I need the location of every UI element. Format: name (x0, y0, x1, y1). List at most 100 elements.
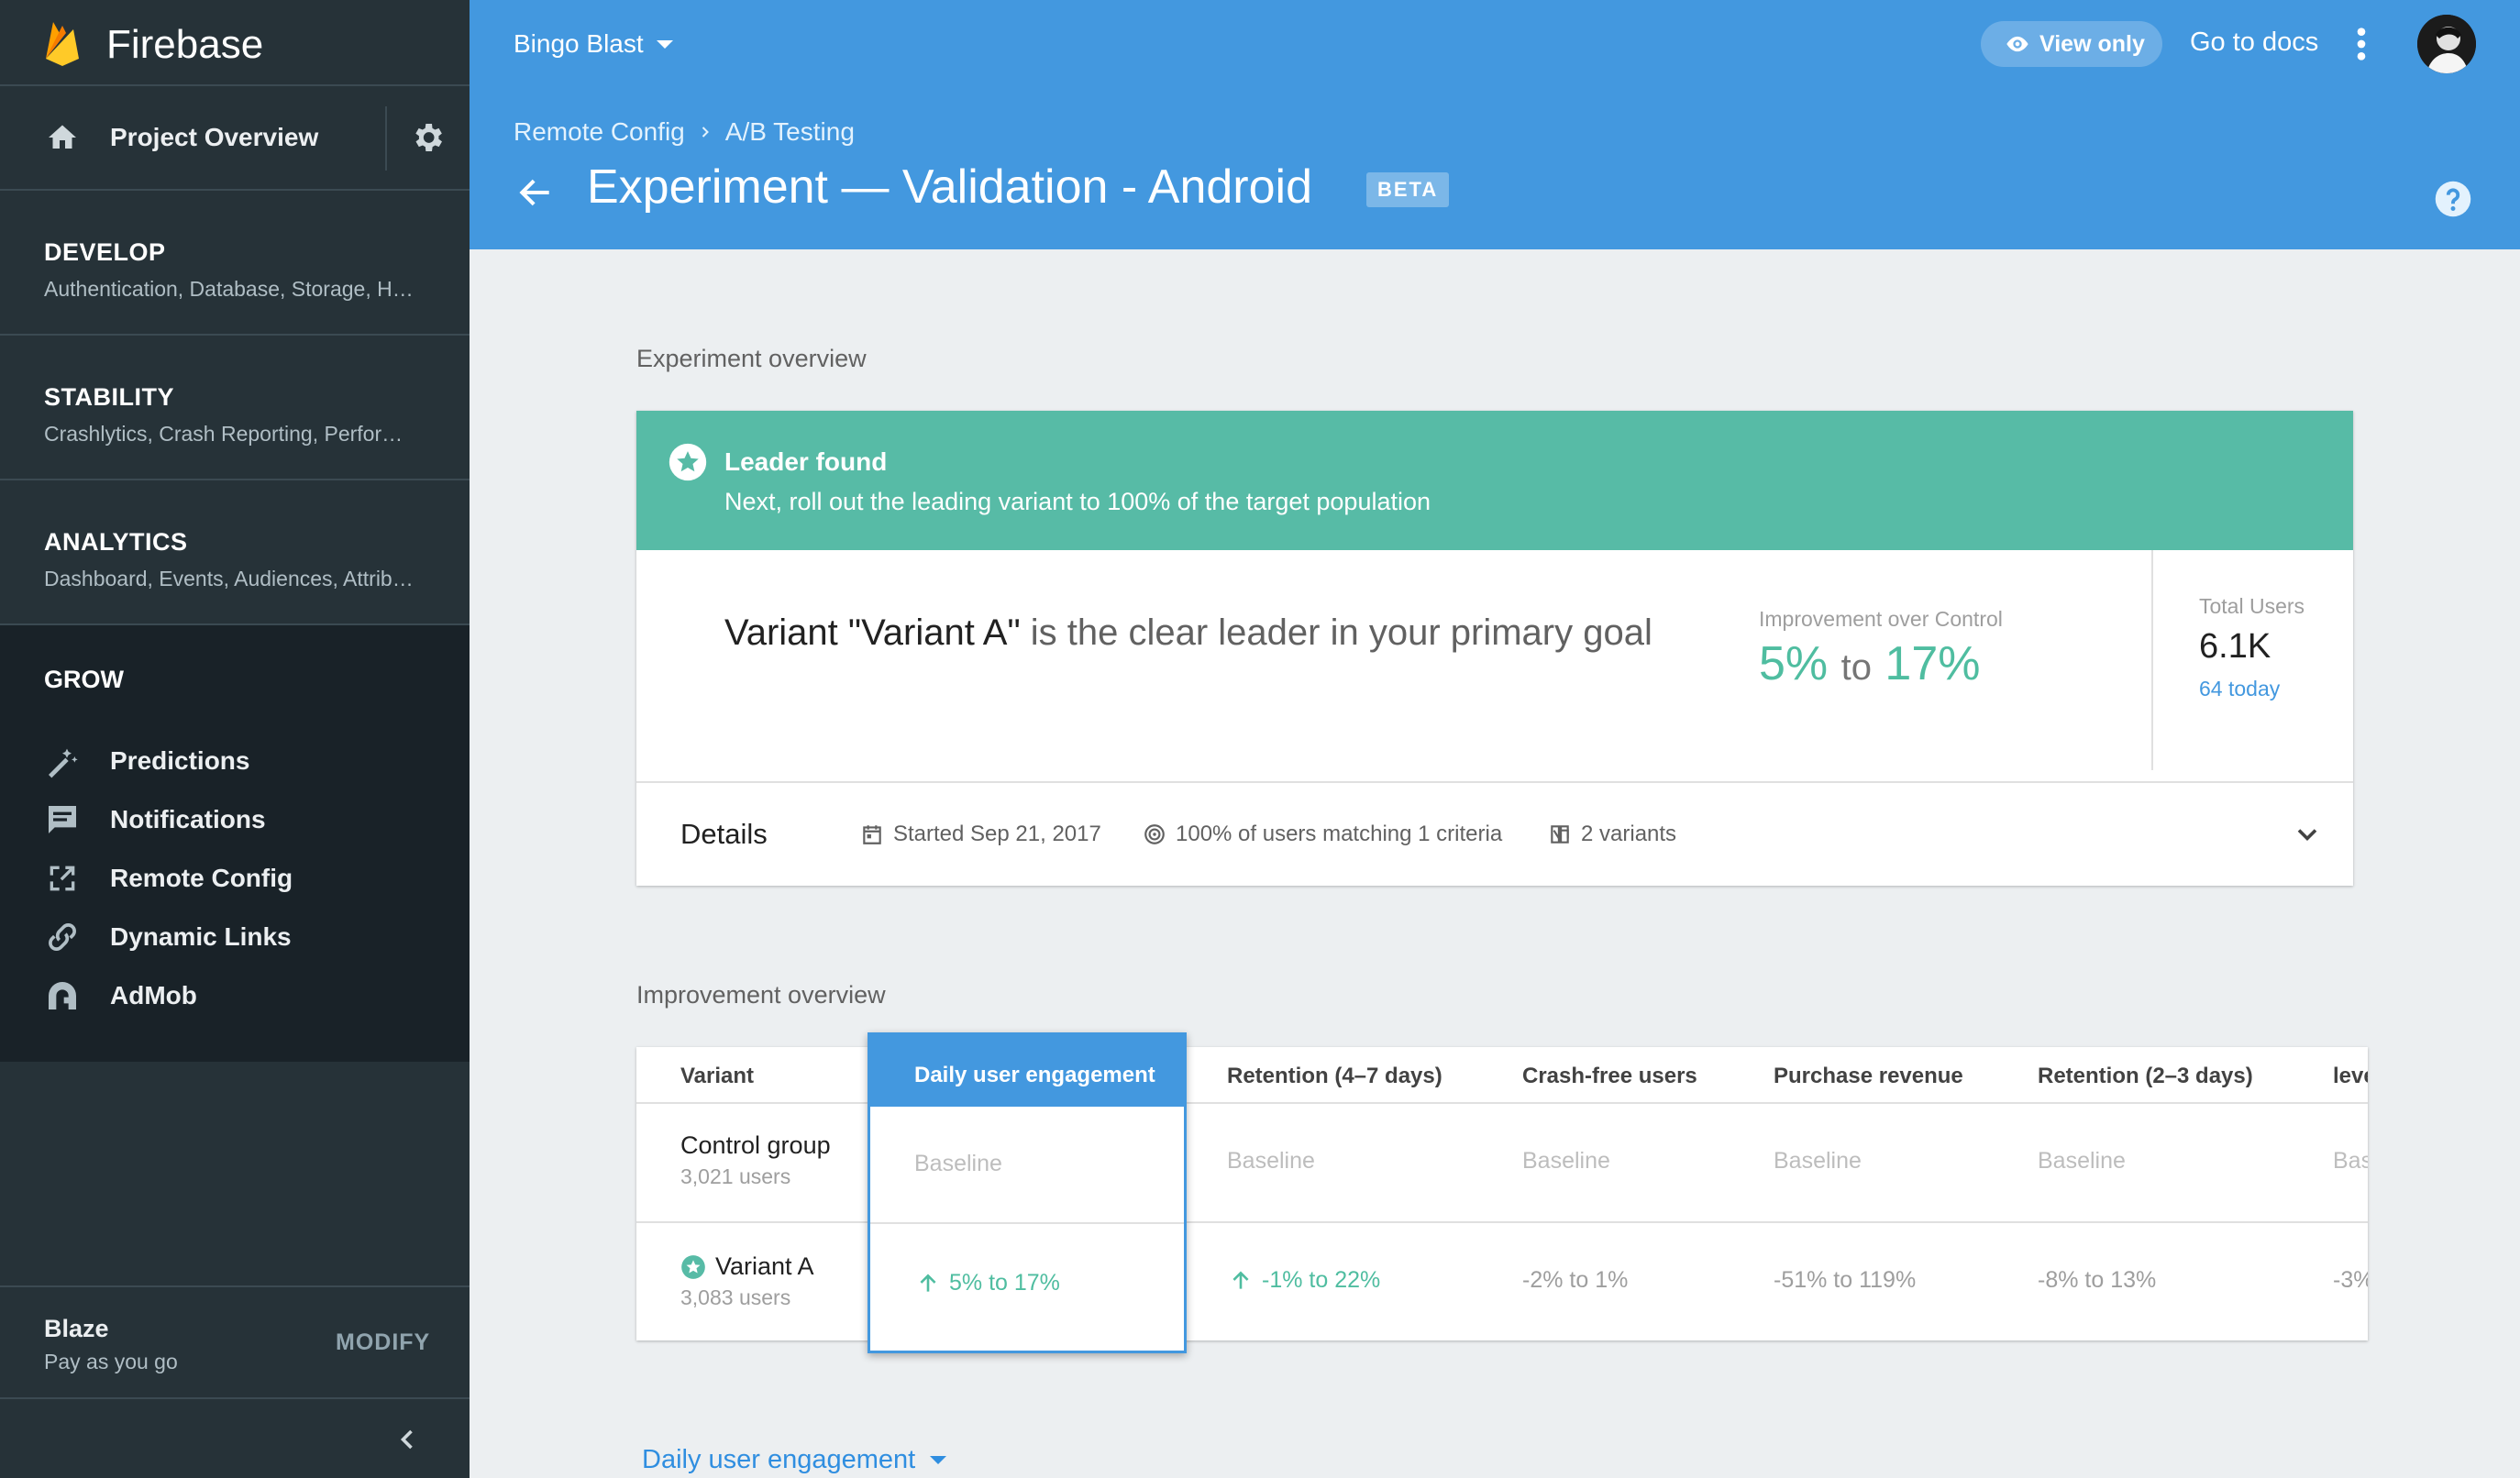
column-header-retention-4-7[interactable]: Retention (4–7 days) (1227, 1064, 1442, 1089)
project-selector[interactable]: Bingo Blast (514, 29, 673, 59)
sidebar-item-predictions[interactable]: Predictions (0, 732, 470, 790)
sidebar-item-label: Remote Config (110, 864, 293, 892)
selected-column-daily-engagement[interactable]: Daily user engagement Baseline 5% to 17% (868, 1032, 1187, 1353)
metric-selector[interactable]: Daily user engagement (642, 1445, 947, 1475)
leader-message-rest: is the clear leader in your primary goal (1030, 612, 1652, 653)
section-title: ANALYTICS (44, 528, 188, 556)
leader-found-banner: Leader found Next, roll out the leading … (636, 411, 2353, 550)
chevron-left-icon[interactable] (391, 1423, 424, 1456)
improvement-range: 5% to 17% (1759, 636, 1981, 691)
sidebar-item-label: AdMob (110, 981, 197, 1009)
column-header-retention-2-3[interactable]: Retention (2–3 days) (2038, 1064, 2253, 1089)
column-header-variant: Variant (680, 1064, 755, 1088)
targeting-criteria: 100% of users matching 1 criteria (1143, 822, 1502, 847)
sidebar-item-dynamic-links[interactable]: Dynamic Links (0, 908, 470, 966)
sidebar-item-label: Predictions (110, 746, 250, 775)
variant-users: 3,021 users (680, 1164, 791, 1188)
magic-wand-icon (49, 748, 78, 778)
improvement-low: 5% (1759, 637, 1829, 690)
improvement-high: 17% (1884, 637, 1981, 690)
started-date: Started Sep 21, 2017 (860, 822, 1101, 847)
plan-name: Blaze (44, 1315, 109, 1342)
star-circle-icon (669, 443, 707, 481)
firebase-logo-icon (46, 22, 79, 66)
chevron-right-icon (702, 127, 709, 138)
project-overview-link[interactable]: Project Overview (110, 123, 318, 152)
home-icon (49, 125, 76, 149)
column-header-purchase-revenue[interactable]: Purchase revenue (1774, 1064, 1963, 1089)
sidebar-item-notifications[interactable]: Notifications (0, 790, 470, 849)
table-cell: -8% to 13% (2038, 1267, 2157, 1293)
section-subtitle: Authentication, Database, Storage, H… (44, 277, 414, 301)
sidebar-item-label: Dynamic Links (110, 922, 292, 951)
total-users-label: Total Users (2199, 594, 2305, 618)
section-subtitle: Dashboard, Events, Audiences, Attrib… (44, 567, 414, 590)
breadcrumb-remote-config[interactable]: Remote Config (514, 117, 685, 147)
improvement-to: to (1840, 647, 1872, 688)
breadcrumb: Remote Config A/B Testing (514, 117, 855, 147)
user-photo (2417, 15, 2476, 73)
details-label: Details (680, 818, 768, 850)
leader-message: Variant "Variant A" is the clear leader … (724, 612, 1652, 654)
section-title[interactable]: GROW (44, 666, 124, 694)
sidebar-item-admob[interactable]: AdMob (0, 966, 470, 1025)
column-header-crash-free[interactable]: Crash-free users (1522, 1064, 1697, 1089)
avatar[interactable] (2417, 15, 2476, 73)
section-subtitle: Crashlytics, Crash Reporting, Perfor… (44, 422, 403, 446)
variant-users: 3,083 users (680, 1285, 791, 1309)
arrow-back-icon[interactable] (515, 172, 556, 213)
improvement-label: Improvement over Control (1759, 607, 2003, 631)
banner-text: Next, roll out the leading variant to 10… (724, 488, 1431, 515)
divider (636, 781, 2353, 783)
billing-plan: Blaze Pay as you go MODIFY (0, 1285, 470, 1399)
column-header-daily-engagement[interactable]: Daily user engagement (870, 1035, 1184, 1107)
breadcrumb-ab-testing[interactable]: A/B Testing (725, 117, 855, 147)
metric-selector-label: Daily user engagement (642, 1445, 916, 1474)
caret-down-icon (656, 39, 673, 49)
divider (2151, 550, 2153, 770)
modify-plan-button[interactable]: MODIFY (336, 1329, 430, 1356)
divider (385, 106, 387, 171)
beta-badge: BETA (1366, 172, 1450, 207)
table-cell: -2% to 1% (1522, 1267, 1629, 1293)
table-cell: Baseline (2038, 1148, 2126, 1174)
view-only-label: View only (2039, 30, 2145, 57)
gear-icon[interactable] (409, 119, 446, 156)
more-vert-icon[interactable] (2355, 26, 2368, 62)
view-only-badge[interactable]: View only (1981, 21, 2162, 67)
variant-name-cell: Variant A (680, 1252, 814, 1281)
table-cell: Baseline (1227, 1148, 1315, 1174)
variants-icon (1551, 825, 1569, 844)
table-cell: Baseline (914, 1151, 1002, 1176)
variants-text: 2 variants (1581, 822, 1677, 846)
sidebar-section-analytics[interactable]: ANALYTICS Dashboard, Events, Audiences, … (0, 480, 470, 625)
total-users-value: 6.1K (2199, 627, 2271, 666)
leader-star-icon (681, 1254, 705, 1279)
variant-name: Control group (680, 1131, 831, 1159)
brand[interactable]: Firebase (0, 0, 470, 86)
admob-icon (49, 982, 76, 1009)
project-overview-row: Project Overview (0, 86, 470, 191)
table-cell: Baseline (1522, 1148, 1610, 1174)
sidebar-item-label: Notifications (110, 805, 266, 833)
experiment-overview-card: Leader found Next, roll out the leading … (636, 411, 2353, 886)
banner-title: Leader found (724, 447, 888, 476)
help-icon[interactable] (2434, 180, 2472, 218)
arrow-up-icon (1232, 1270, 1249, 1289)
improvement-overview-title: Improvement overview (636, 981, 886, 1009)
section-title: DEVELOP (44, 238, 166, 266)
message-icon (49, 806, 76, 833)
column-header-level[interactable]: leve (2333, 1064, 2368, 1089)
sidebar-section-grow: GROW Predictions Notifications Remote Co… (0, 625, 470, 1062)
users-today: 64 today (2199, 677, 2281, 700)
table-cell: -3% (2333, 1267, 2368, 1293)
plan-description: Pay as you go (44, 1350, 178, 1373)
sidebar-item-remote-config[interactable]: Remote Config (0, 849, 470, 908)
leader-variant: Variant "Variant A" (724, 612, 1021, 653)
go-to-docs-link[interactable]: Go to docs (2190, 28, 2318, 58)
sidebar-section-develop[interactable]: DEVELOP Authentication, Database, Storag… (0, 191, 470, 336)
sidebar-section-stability[interactable]: STABILITY Crashlytics, Crash Reporting, … (0, 336, 470, 480)
app-name: Firebase (106, 22, 264, 67)
variant-name: Variant A (715, 1252, 814, 1280)
chevron-down-icon[interactable] (2291, 818, 2324, 851)
